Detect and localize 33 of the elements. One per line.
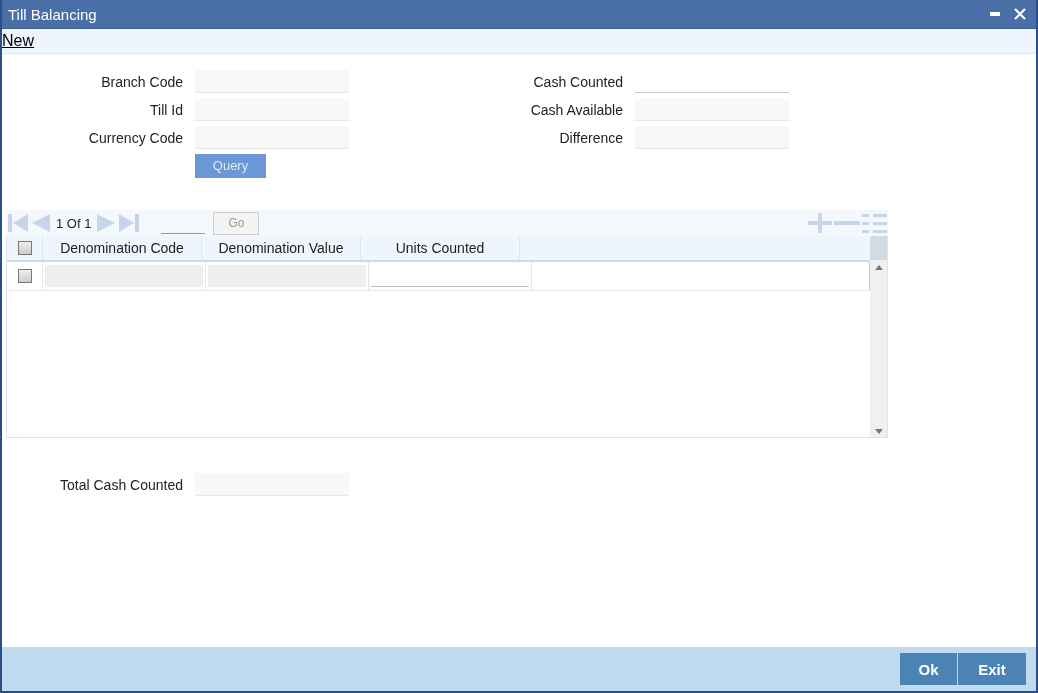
row-checkbox[interactable] bbox=[17, 269, 32, 283]
column-header[interactable]: Denomination Code bbox=[43, 236, 202, 260]
field-label: Total Cash Counted bbox=[59, 476, 183, 493]
first-page-icon[interactable] bbox=[8, 213, 28, 233]
previous-page-icon[interactable] bbox=[30, 213, 50, 233]
field-label: Currency Code bbox=[87, 129, 183, 146]
column-header[interactable]: Units Counted bbox=[361, 236, 520, 260]
page-indicator: 1 Of 1 bbox=[56, 215, 92, 231]
add-row-icon[interactable] bbox=[808, 213, 832, 233]
field-label: Difference bbox=[558, 129, 623, 146]
column-header[interactable]: Denomination Value bbox=[202, 236, 361, 260]
field-label: Branch Code bbox=[100, 73, 183, 90]
field-label: Cash Counted bbox=[532, 73, 623, 90]
select-all-checkbox[interactable] bbox=[17, 241, 32, 255]
input-field[interactable] bbox=[635, 126, 789, 149]
last-page-icon[interactable] bbox=[119, 213, 140, 233]
input-field[interactable] bbox=[635, 98, 789, 121]
new-link[interactable]: New bbox=[2, 32, 34, 50]
input-field[interactable] bbox=[195, 70, 349, 93]
scroll-down-icon[interactable] bbox=[874, 429, 883, 434]
field-label: Cash Available bbox=[529, 101, 623, 118]
input-field[interactable] bbox=[195, 98, 349, 121]
window-title: Till Balancing bbox=[8, 5, 98, 23]
minimize-icon[interactable] bbox=[990, 12, 1000, 16]
close-icon[interactable] bbox=[1014, 8, 1026, 20]
scroll-up-icon[interactable] bbox=[874, 265, 883, 270]
vertical-scrollbar[interactable] bbox=[870, 236, 887, 437]
field-label: Till Id bbox=[149, 101, 183, 118]
input-field[interactable] bbox=[195, 126, 349, 149]
dialog-button[interactable]: Exit bbox=[958, 653, 1026, 685]
dialog-button[interactable]: Ok bbox=[900, 653, 957, 685]
list-icon[interactable] bbox=[862, 213, 888, 233]
input-field[interactable] bbox=[195, 473, 349, 496]
